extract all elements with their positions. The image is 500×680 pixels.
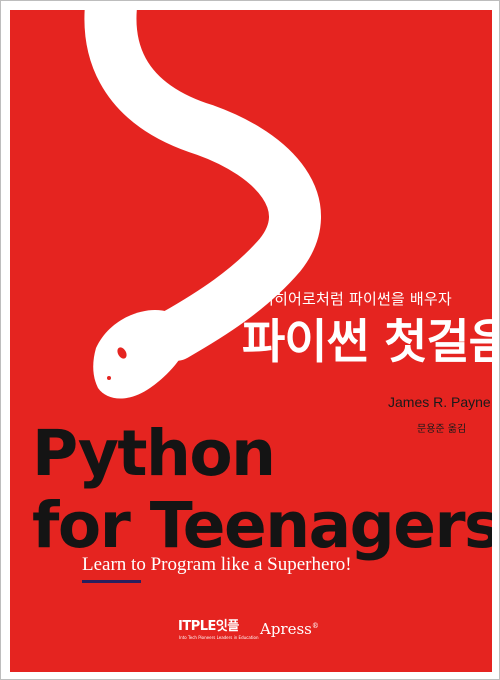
book-cover: 슈퍼히어로처럼 파이썬을 배우자 파이썬 첫걸음 James R. Payne …: [10, 10, 492, 672]
apress-logo: Apress®: [260, 620, 319, 638]
english-title-line2: for Teenagers: [32, 489, 492, 562]
tagline-underline: [82, 580, 141, 583]
itple-wordmark: ITPLE잇플: [178, 619, 239, 634]
korean-title: 파이썬 첫걸음: [242, 315, 492, 370]
author-name: James R. Payne: [388, 394, 491, 410]
itple-korean-name: 잇플: [215, 619, 239, 634]
itple-name: ITPLE: [178, 619, 216, 634]
korean-subtitle: 슈퍼히어로처럼 파이썬을 배우자: [246, 290, 452, 308]
english-title: Python for Teenagers: [32, 418, 492, 562]
tagline: Learn to Program like a Superhero!: [82, 554, 352, 575]
apress-registered-mark: ®: [311, 622, 319, 630]
apress-name: Apress: [260, 620, 312, 638]
itple-logo: ITPLE잇플 Into Tech Pioneers Leaders in Ed…: [178, 619, 258, 645]
cover-frame: 슈퍼히어로처럼 파이썬을 배우자 파이썬 첫걸음 James R. Payne …: [0, 0, 500, 680]
english-title-line1: Python: [32, 417, 276, 490]
itple-tagline: Into Tech Pioneers Leaders in Education: [179, 635, 259, 640]
